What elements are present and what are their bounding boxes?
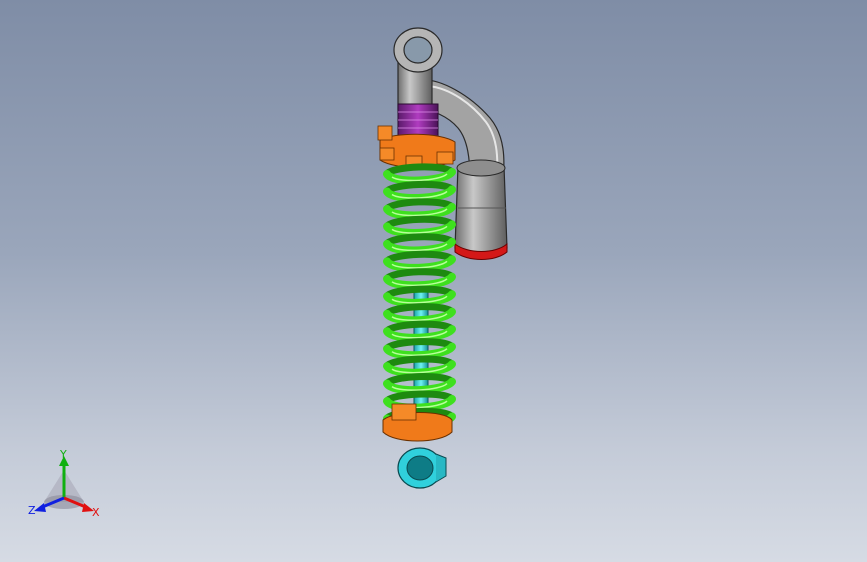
orientation-triad[interactable]: Y X Z xyxy=(22,448,107,523)
z-axis-label: Z xyxy=(28,504,36,517)
bottom-mount-eye[interactable] xyxy=(397,447,447,489)
y-axis-label: Y xyxy=(59,448,67,461)
spring-coil-back xyxy=(383,233,456,248)
spring-coil-back xyxy=(383,215,456,230)
shock-absorber-model[interactable] xyxy=(0,0,867,562)
3d-viewport[interactable]: Y X Z xyxy=(0,0,867,562)
spring-coil-back xyxy=(383,163,456,178)
spring-coil-back xyxy=(383,180,456,195)
spring-coil-back xyxy=(383,250,456,265)
spring-coil-back xyxy=(383,268,456,283)
spring-coil-back xyxy=(383,198,456,213)
reservoir-canister[interactable] xyxy=(454,159,508,255)
x-axis-label: X xyxy=(92,506,100,519)
